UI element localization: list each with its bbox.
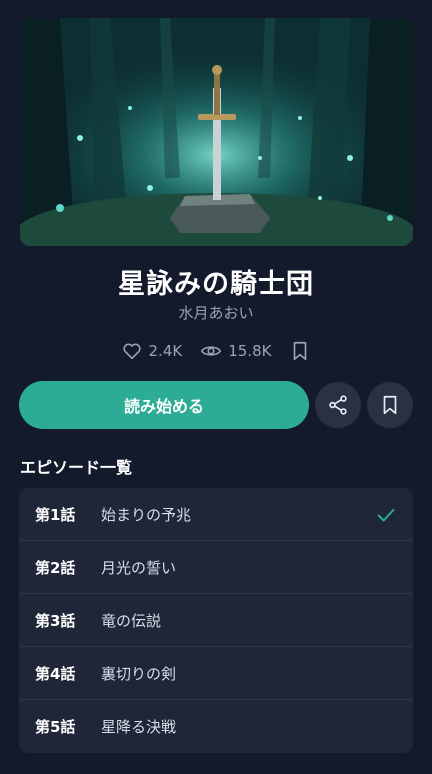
episode-number: 第3話 — [35, 611, 76, 630]
episode-title: 裏切りの剣 — [101, 664, 177, 683]
bookmark-icon — [383, 395, 397, 415]
episode-number: 第1話 — [35, 505, 76, 524]
episode-number: 第4話 — [35, 664, 76, 683]
share-button[interactable] — [315, 382, 361, 428]
episode-item-2[interactable]: 第2話 月光の誓い — [19, 541, 413, 594]
episode-title: 星降る決戦 — [101, 718, 177, 736]
share-icon — [329, 395, 347, 415]
bookmark-icon — [294, 341, 307, 361]
stats-row: 2.4K 15.8K — [0, 340, 432, 362]
check-icon — [377, 508, 395, 522]
episode-number: 第2話 — [35, 558, 76, 577]
episode-title: 月光の誓い — [101, 558, 177, 577]
episode-title: 始まりの予兆 — [101, 505, 192, 524]
episode-number: 第5話 — [35, 718, 76, 736]
start-reading-button[interactable]: 読み始める — [19, 381, 309, 429]
likes-count: 2.4K — [148, 342, 183, 360]
episode-list: 第1話 始まりの予兆 第2話 月光の誓い 第3話 竜の伝説 第4話 裏切りの剣 … — [19, 488, 413, 753]
episode-list-heading: エピソード一覧 — [20, 458, 133, 477]
episode-item-4[interactable]: 第4話 裏切りの剣 — [19, 647, 413, 700]
action-row: 読み始める — [19, 381, 413, 429]
episode-item-5[interactable]: 第5話 星降る決戦 — [19, 700, 413, 753]
book-title: 星詠みの騎士団 — [118, 269, 314, 300]
cover-image — [20, 18, 413, 246]
views-stat: 15.8K — [200, 340, 271, 362]
episode-item-3[interactable]: 第3話 竜の伝説 — [19, 594, 413, 647]
views-count: 15.8K — [228, 342, 272, 360]
bookmark-button[interactable] — [367, 382, 413, 428]
episode-title: 竜の伝説 — [101, 611, 162, 630]
likes-stat[interactable]: 2.4K — [121, 340, 183, 362]
episode-item-1[interactable]: 第1話 始まりの予兆 — [19, 488, 413, 541]
book-detail-page: 星詠みの騎士団 水月あおい 2.4K 15.8K 読み始める エピソード一覧 第… — [0, 0, 432, 774]
bookmark-stat[interactable] — [289, 340, 311, 362]
heart-icon — [122, 343, 141, 360]
eye-icon — [201, 346, 222, 356]
author-name[interactable]: 水月あおい — [0, 302, 432, 323]
